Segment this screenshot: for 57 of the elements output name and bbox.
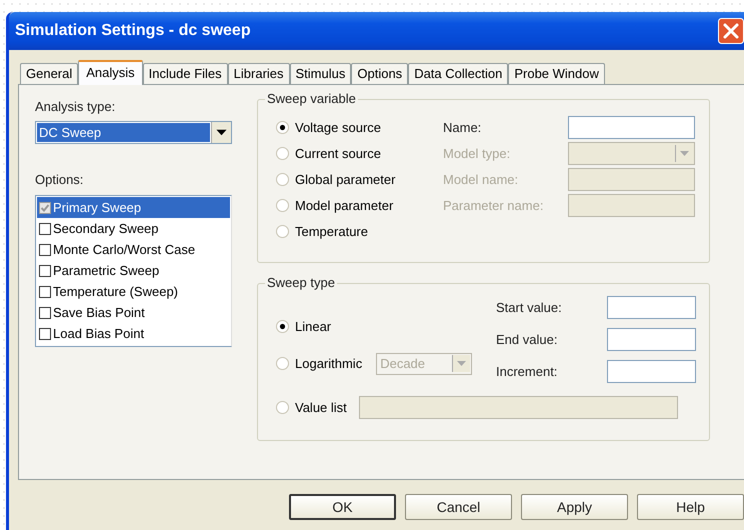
field-label: Model name: bbox=[443, 172, 520, 187]
input-field[interactable] bbox=[607, 360, 696, 383]
checkbox-icon[interactable] bbox=[39, 286, 51, 298]
window-title: Simulation Settings - dc sweep bbox=[15, 22, 251, 40]
input-field[interactable] bbox=[568, 116, 695, 139]
tab[interactable]: Stimulus bbox=[290, 63, 352, 84]
input-field[interactable] bbox=[607, 328, 696, 351]
tab[interactable]: Libraries bbox=[228, 63, 290, 84]
tab[interactable]: Options bbox=[351, 63, 408, 84]
dialog-button[interactable]: Cancel bbox=[405, 494, 512, 520]
tab[interactable]: Analysis bbox=[78, 60, 143, 85]
checkbox-icon[interactable] bbox=[39, 328, 51, 340]
group-title: Sweep type bbox=[265, 275, 337, 290]
field-label: Parameter name: bbox=[443, 198, 544, 213]
dialog-button[interactable]: Apply bbox=[521, 494, 628, 520]
model-type-dropdown[interactable] bbox=[568, 142, 695, 165]
checkbox-icon[interactable] bbox=[39, 244, 51, 256]
checkbox-icon[interactable] bbox=[39, 306, 51, 318]
group-title: Sweep variable bbox=[265, 91, 358, 106]
checkbox-icon[interactable] bbox=[39, 222, 51, 234]
radio-icon[interactable] bbox=[276, 173, 289, 186]
field-label: Name: bbox=[443, 120, 482, 135]
input-field[interactable] bbox=[607, 296, 696, 319]
radio-option[interactable]: Model parameter bbox=[276, 196, 443, 215]
radio-option[interactable]: Temperature bbox=[276, 222, 443, 241]
radio-icon[interactable] bbox=[276, 121, 289, 134]
option-item[interactable]: Secondary Sweep bbox=[37, 218, 230, 239]
tab[interactable]: Data Collection bbox=[408, 63, 508, 84]
option-item[interactable]: Temperature (Sweep) bbox=[37, 281, 230, 302]
option-item[interactable]: Load Bias Point bbox=[37, 323, 230, 344]
field-label: Increment: bbox=[496, 364, 558, 379]
tab[interactable]: Probe Window bbox=[508, 63, 605, 84]
dialog-button[interactable]: Help bbox=[637, 494, 744, 520]
option-item[interactable]: Parametric Sweep bbox=[37, 260, 230, 281]
close-icon[interactable] bbox=[718, 18, 744, 44]
input-field[interactable] bbox=[568, 168, 695, 191]
field-label: Model type: bbox=[443, 146, 512, 161]
input-field[interactable] bbox=[568, 194, 695, 217]
analysis-type-label: Analysis type: bbox=[35, 99, 116, 114]
radio-icon[interactable] bbox=[276, 225, 289, 238]
dialog-button[interactable]: OK bbox=[289, 494, 396, 520]
option-item[interactable]: Monte Carlo/Worst Case bbox=[37, 239, 230, 260]
options-label: Options: bbox=[35, 172, 84, 187]
field-label: End value: bbox=[496, 332, 558, 347]
radio-option[interactable]: Linear bbox=[276, 317, 332, 336]
tab[interactable]: General bbox=[20, 63, 78, 84]
radio-icon[interactable] bbox=[276, 199, 289, 212]
tab[interactable]: Include Files bbox=[142, 63, 228, 84]
radio-option[interactable]: Global parameter bbox=[276, 170, 443, 189]
option-item[interactable]: Save Bias Point bbox=[37, 302, 230, 323]
analysis-type-dropdown[interactable]: DC Sweep bbox=[35, 121, 232, 144]
radio-option[interactable]: Current source bbox=[276, 144, 443, 163]
radio-option[interactable]: Voltage source bbox=[276, 118, 443, 137]
field-label: Start value: bbox=[496, 300, 563, 315]
radio-icon[interactable] bbox=[276, 147, 289, 160]
radio-icon[interactable] bbox=[276, 320, 289, 333]
checkbox-icon[interactable] bbox=[39, 264, 51, 276]
